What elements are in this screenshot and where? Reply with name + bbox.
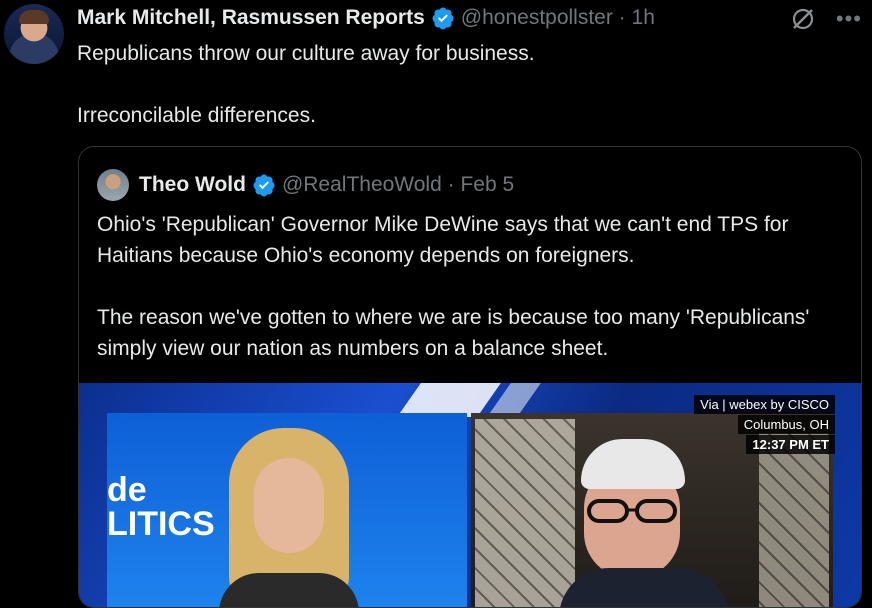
author-handle-time[interactable]: @honestpollster · 1h <box>461 6 655 30</box>
quoted-header: Theo Wold @RealTheoWold · Feb 5 <box>97 169 514 201</box>
more-icon[interactable]: ••• <box>836 6 862 32</box>
quoted-post[interactable]: Theo Wold @RealTheoWold · Feb 5 Ohio's '… <box>78 146 862 608</box>
studio-text: de LITICS <box>107 471 215 543</box>
location-tag: Columbus, OH <box>737 415 835 434</box>
grok-icon[interactable] <box>790 6 816 32</box>
author-avatar[interactable] <box>4 4 64 64</box>
post-header: Mark Mitchell, Rasmussen Reports @honest… <box>77 4 872 32</box>
post-text-line-2: Irreconcilable differences. <box>77 104 316 127</box>
quoted-avatar[interactable] <box>97 169 129 201</box>
time-tag: 12:37 PM ET <box>746 435 835 454</box>
verified-badge-icon[interactable] <box>252 173 276 197</box>
background-window <box>475 419 575 607</box>
post-text: Republicans throw our culture away for b… <box>77 38 535 131</box>
background-stripe <box>397 383 501 417</box>
quoted-text: Ohio's 'Republican' Governor Mike DeWine… <box>97 209 843 364</box>
quoted-handle-time[interactable]: @RealTheoWold · Feb 5 <box>282 173 514 197</box>
guest-body <box>559 568 729 607</box>
post-text-line-1: Republicans throw our culture away for b… <box>77 42 535 65</box>
author-name[interactable]: Mark Mitchell, Rasmussen Reports <box>77 6 425 30</box>
verified-badge-icon[interactable] <box>431 6 455 30</box>
quoted-video-media[interactable]: de LITICS Via | webex by CISCO Columbus,… <box>79 383 861 607</box>
anchor-body <box>219 573 359 607</box>
guest-glasses <box>587 499 677 523</box>
anchor-face <box>254 458 324 553</box>
post-actions-top: ••• <box>790 6 862 32</box>
quoted-author-name[interactable]: Theo Wold <box>139 173 246 197</box>
avatar-hair <box>19 10 49 24</box>
quoted-para-2: The reason we've gotten to where we are … <box>97 306 810 360</box>
via-webex-tag: Via | webex by CISCO <box>694 395 835 414</box>
quoted-para-1: Ohio's 'Republican' Governor Mike DeWine… <box>97 213 789 267</box>
